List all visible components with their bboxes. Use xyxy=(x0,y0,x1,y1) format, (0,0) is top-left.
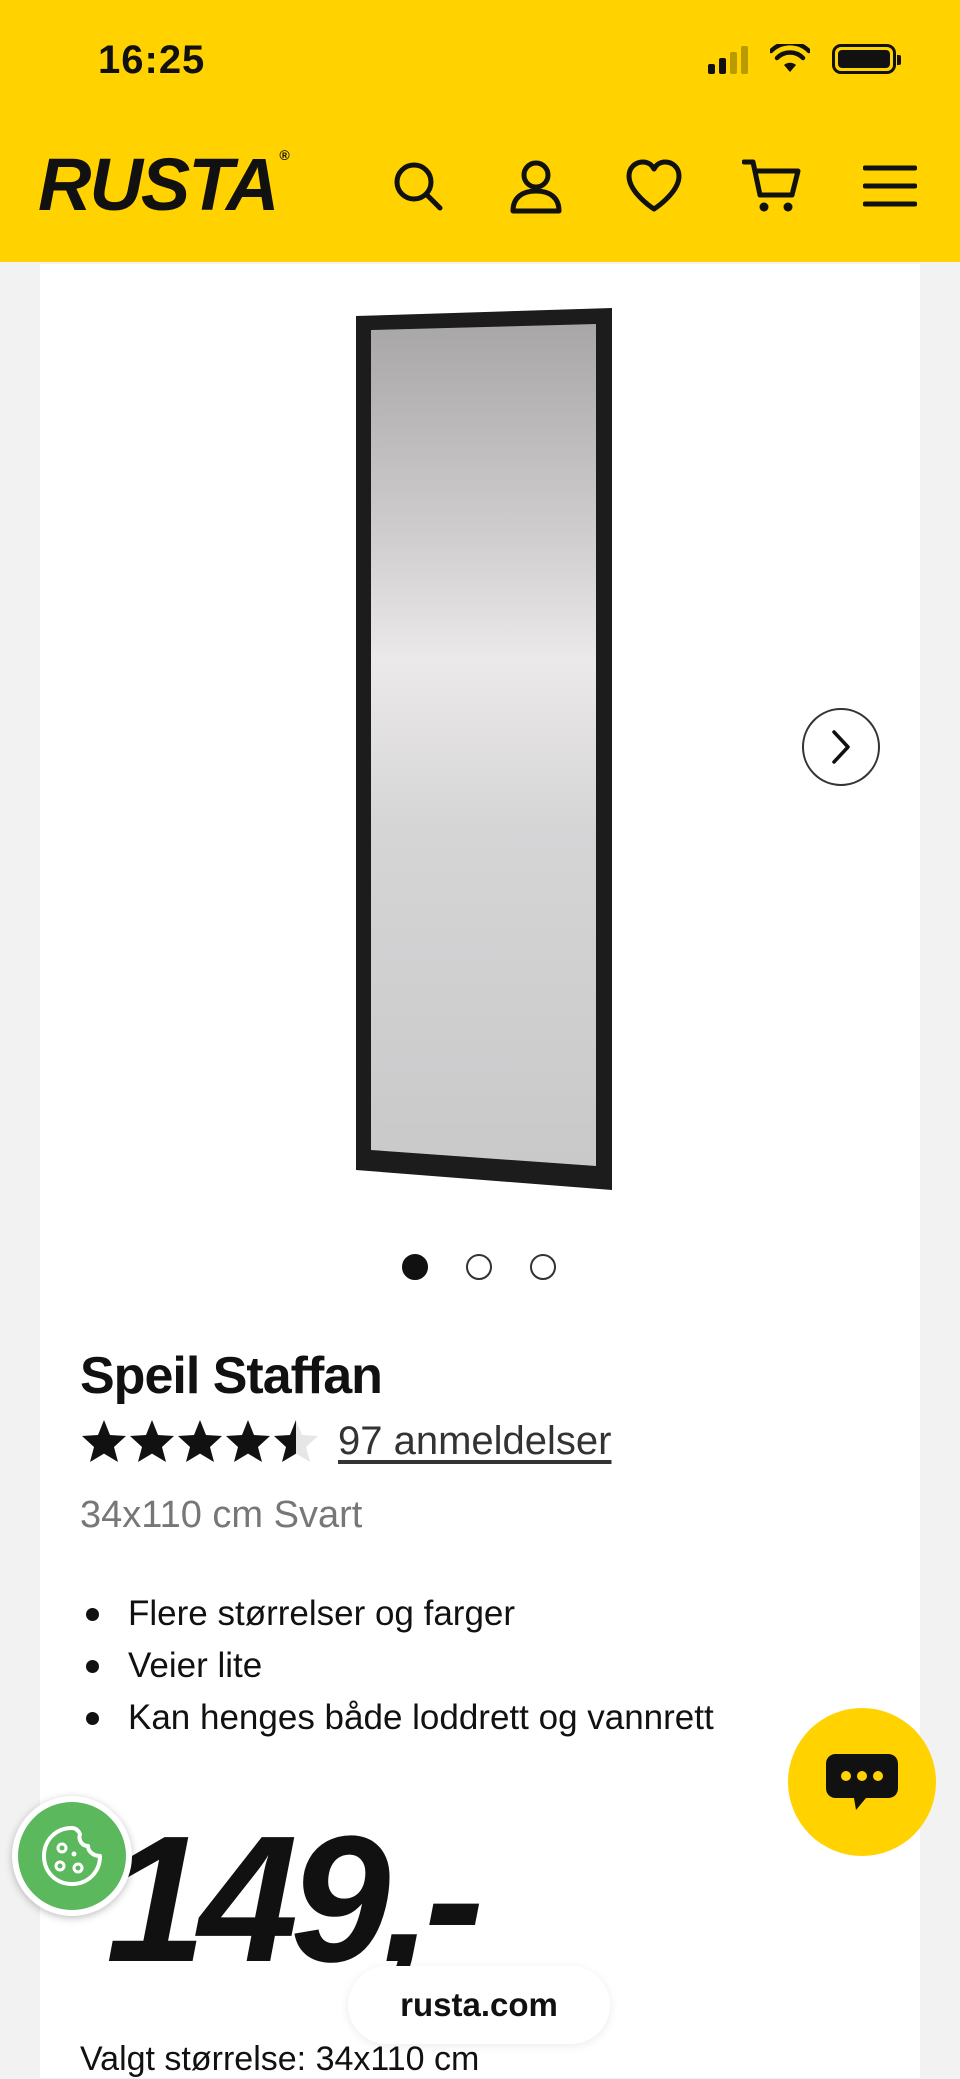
wifi-icon xyxy=(770,44,810,72)
gallery-dot-1[interactable] xyxy=(402,1254,428,1280)
rating-stars xyxy=(80,1418,320,1464)
next-image-button[interactable] xyxy=(802,708,880,786)
star-half-icon xyxy=(274,1420,318,1462)
feature-item: Flere størrelser og farger xyxy=(80,1588,714,1640)
signal-icon xyxy=(708,44,748,74)
selected-size: Valgt størrelse: 34x110 cm xyxy=(80,2040,479,2079)
header: 16:25 RUSTA ® xyxy=(0,0,960,262)
chat-button[interactable] xyxy=(788,1708,936,1856)
star-icon xyxy=(226,1420,270,1462)
star-icon xyxy=(82,1420,126,1462)
status-icons xyxy=(708,44,901,74)
feature-item: Kan henges både loddrett og vannrett xyxy=(80,1692,714,1744)
heart-icon[interactable] xyxy=(624,156,684,216)
star-icon xyxy=(178,1420,222,1462)
product-image-mirror[interactable] xyxy=(354,308,612,1190)
product-title: Speil Staffan xyxy=(80,1347,383,1405)
product-rating: 97 anmeldelser xyxy=(80,1418,612,1464)
cookie-settings-button[interactable] xyxy=(12,1796,132,1916)
menu-icon[interactable] xyxy=(860,156,920,216)
browser-url-bar[interactable]: rusta.com xyxy=(348,1966,610,2044)
status-time: 16:25 xyxy=(98,38,206,82)
chat-bubble-icon xyxy=(826,1754,898,1810)
account-icon[interactable] xyxy=(506,156,566,216)
star-icon xyxy=(130,1420,174,1462)
battery-icon xyxy=(832,44,901,74)
cookie-icon xyxy=(42,1826,102,1886)
gallery-dot-3[interactable] xyxy=(530,1254,556,1280)
gallery-dots xyxy=(402,1254,556,1280)
feature-item: Veier lite xyxy=(80,1640,714,1692)
product-features: Flere størrelser og farger Veier lite Ka… xyxy=(80,1588,714,1744)
selected-size-value: 34x110 cm xyxy=(315,2040,480,2078)
product-price: 149,- xyxy=(106,1799,484,2000)
gallery-dot-2[interactable] xyxy=(466,1254,492,1280)
reviews-link[interactable]: 97 anmeldelser xyxy=(338,1419,612,1464)
cart-icon[interactable] xyxy=(742,156,802,216)
chevron-right-icon xyxy=(832,730,850,764)
selected-size-label: Valgt størrelse: xyxy=(80,2040,307,2078)
rusta-logo[interactable]: RUSTA ® xyxy=(38,148,290,222)
product-variant: 34x110 cm Svart xyxy=(80,1494,363,1536)
search-icon[interactable] xyxy=(388,156,448,216)
